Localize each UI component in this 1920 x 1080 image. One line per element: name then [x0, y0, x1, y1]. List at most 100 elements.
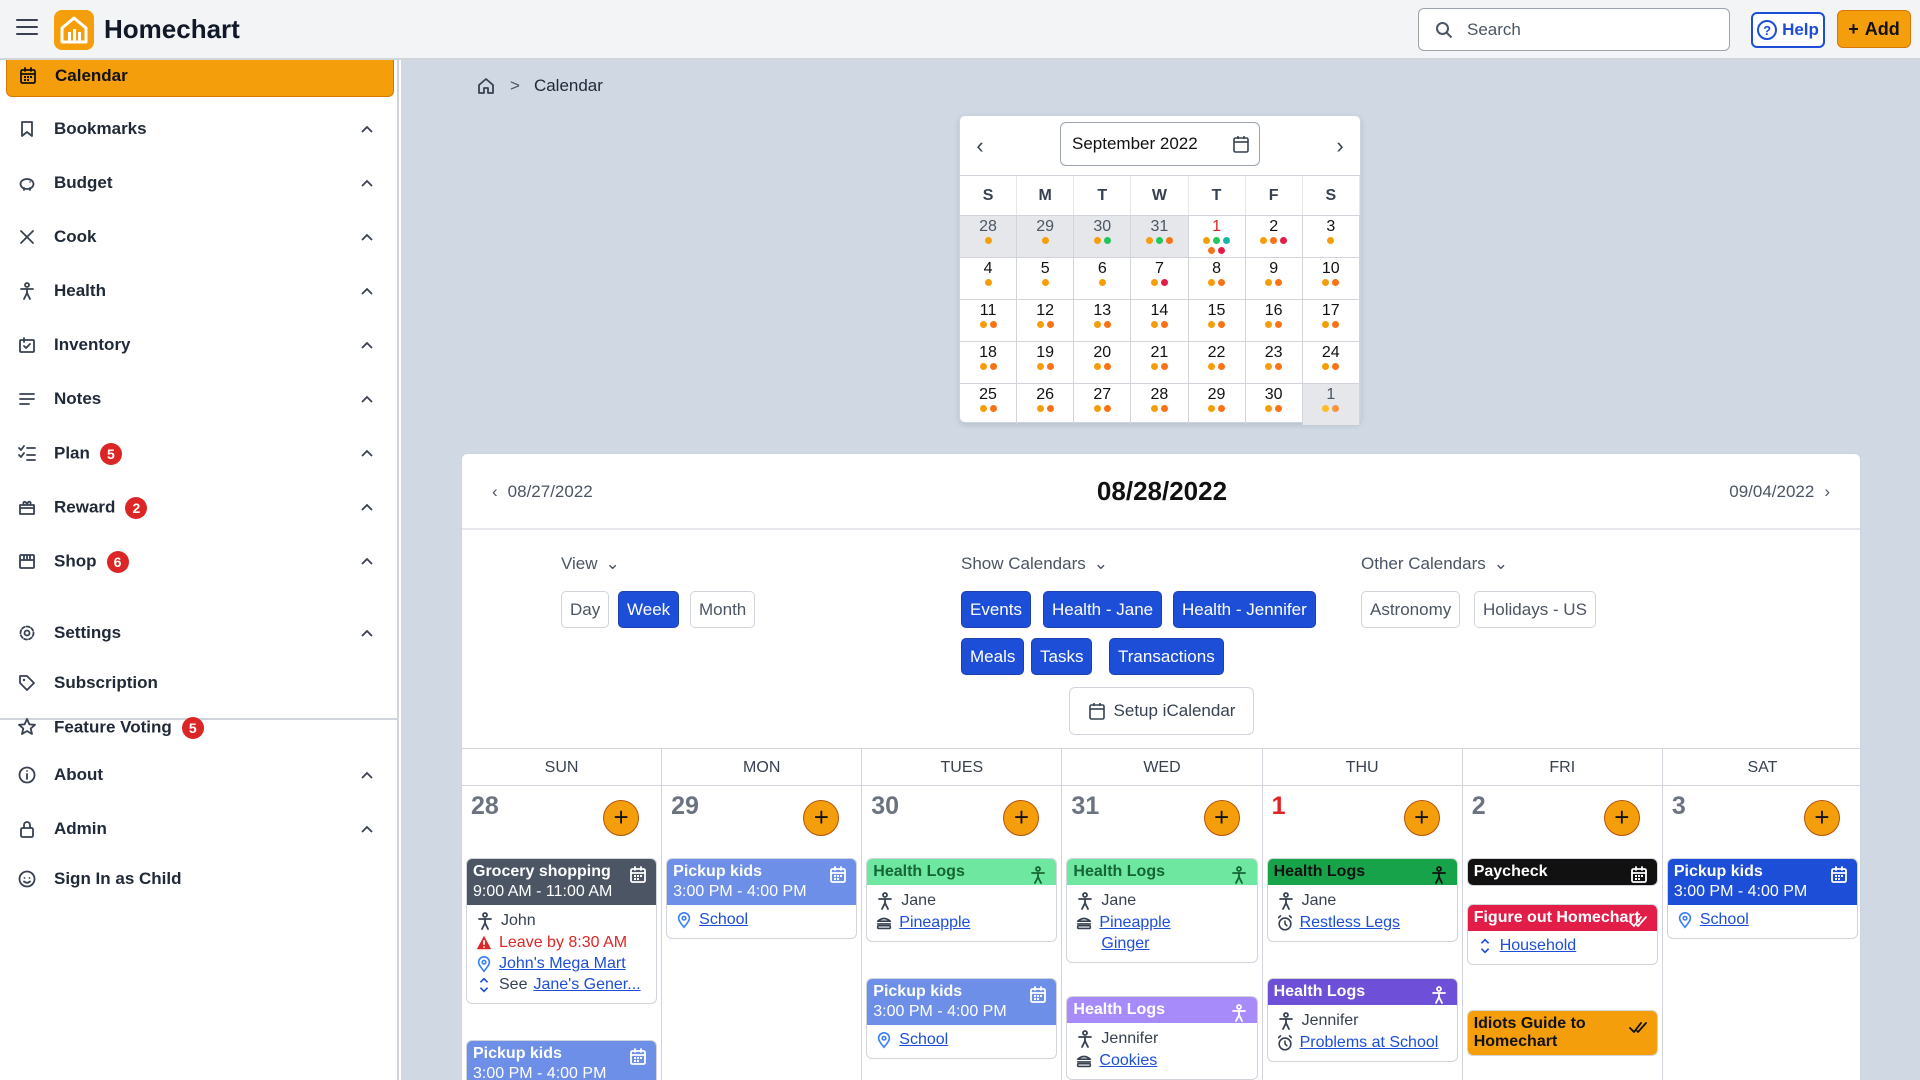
mini-day-cell[interactable]: 20	[1074, 342, 1132, 383]
mini-day-cell[interactable]: 11	[960, 300, 1018, 341]
next-week-link[interactable]: 09/04/2022 ›	[1729, 482, 1830, 502]
view-option-week[interactable]: Week	[618, 591, 680, 628]
sidebar-item-plan[interactable]: Plan 5	[6, 431, 394, 475]
chevron-up-icon[interactable]	[357, 443, 377, 463]
event-detail-link[interactable]: School	[699, 911, 748, 929]
calendar-event[interactable]: Idiots Guide to Homechart	[1466, 1010, 1658, 1056]
event-detail-link[interactable]: Cookies	[1099, 1052, 1157, 1070]
setup-icalendar-button[interactable]: Setup iCalendar	[1069, 687, 1254, 735]
mini-day-cell[interactable]: 28	[960, 216, 1018, 257]
calendar-toggle-health-jennifer[interactable]: Health - Jennifer	[1173, 591, 1316, 628]
mini-day-cell[interactable]: 31	[1131, 216, 1189, 257]
mini-day-cell[interactable]: 8	[1189, 258, 1246, 299]
mini-day-cell[interactable]: 9	[1246, 258, 1303, 299]
chevron-up-icon[interactable]	[357, 819, 377, 839]
calendar-event[interactable]: Paycheck	[1466, 858, 1658, 886]
mini-day-cell[interactable]: 18	[960, 342, 1018, 383]
view-option-month[interactable]: Month	[690, 591, 756, 628]
sidebar-item-budget[interactable]: Budget	[6, 161, 394, 205]
mini-day-cell[interactable]: 23	[1246, 342, 1303, 383]
mini-day-cell[interactable]: 19	[1017, 342, 1075, 383]
mini-day-cell[interactable]: 14	[1131, 300, 1189, 341]
mini-day-cell[interactable]: 21	[1131, 342, 1189, 383]
sidebar-item-sign-in-as-child[interactable]: Sign In as Child	[6, 857, 394, 901]
other-calendars-dropdown[interactable]: Other Calendars ⌄	[1361, 554, 1508, 574]
mini-prev-month-icon[interactable]: ‹	[968, 133, 992, 158]
add-event-button[interactable]: +	[603, 800, 640, 836]
calendar-event[interactable]: Health Logs Jennifer Cookies	[1066, 996, 1258, 1080]
mini-day-cell[interactable]: 29	[1189, 384, 1246, 425]
sidebar-item-reward[interactable]: Reward 2	[6, 485, 394, 529]
mini-day-cell[interactable]: 5	[1017, 258, 1075, 299]
day-number[interactable]: 30	[871, 792, 899, 821]
calendar-event[interactable]: Health Logs Jane Restless Legs	[1266, 858, 1458, 942]
event-detail-link[interactable]: Jane's Gener...	[533, 976, 640, 994]
mini-day-cell[interactable]: 17	[1303, 300, 1360, 341]
calendar-event[interactable]: Health Logs Jennifer Problems at School	[1266, 978, 1458, 1062]
day-number[interactable]: 3	[1672, 792, 1686, 821]
help-button[interactable]: ? Help	[1751, 12, 1825, 48]
show-calendars-dropdown[interactable]: Show Calendars ⌄	[961, 554, 1108, 574]
mini-day-cell[interactable]: 29	[1017, 216, 1075, 257]
day-number[interactable]: 28	[471, 792, 499, 821]
mini-day-cell[interactable]: 3	[1303, 216, 1360, 257]
event-detail-link[interactable]: School	[899, 1031, 948, 1049]
sidebar-item-health[interactable]: Health	[6, 269, 394, 313]
mini-day-cell[interactable]: 16	[1246, 300, 1303, 341]
calendar-event[interactable]: Health Logs Jane Pineapple	[866, 858, 1058, 942]
chevron-up-icon[interactable]	[357, 497, 377, 517]
mini-day-cell[interactable]: 27	[1074, 384, 1132, 425]
calendar-toggle-astronomy[interactable]: Astronomy	[1361, 591, 1461, 628]
mini-day-cell[interactable]: 30	[1246, 384, 1303, 425]
sidebar-item-cook[interactable]: Cook	[6, 215, 394, 259]
calendar-event[interactable]: Pickup kids 3:00 PM - 4:00 PM School	[1666, 858, 1858, 939]
mini-day-cell[interactable]: 1	[1189, 216, 1246, 257]
sidebar-item-about[interactable]: About	[6, 753, 394, 797]
sidebar-item-feature-voting[interactable]: Feature Voting 5	[6, 705, 394, 749]
calendar-toggle-transactions[interactable]: Transactions	[1109, 638, 1224, 675]
search-input[interactable]	[1467, 17, 1717, 43]
homechart-logo-icon[interactable]	[54, 10, 94, 50]
mini-day-cell[interactable]: 24	[1303, 342, 1360, 383]
mini-day-cell[interactable]: 15	[1189, 300, 1246, 341]
calendar-event[interactable]: Pickup kids 3:00 PM - 4:00 PM	[466, 1040, 658, 1080]
event-detail-link[interactable]: Problems at School	[1300, 1034, 1439, 1052]
event-detail-link[interactable]: School	[1700, 911, 1749, 929]
day-number[interactable]: 31	[1071, 792, 1099, 821]
day-number[interactable]: 2	[1472, 792, 1486, 821]
mini-day-cell[interactable]: 25	[960, 384, 1018, 425]
chevron-up-icon[interactable]	[357, 765, 377, 785]
month-picker[interactable]: September 2022	[1060, 122, 1260, 166]
event-detail-link[interactable]: Ginger	[1101, 935, 1149, 953]
mini-day-cell[interactable]: 22	[1189, 342, 1246, 383]
event-detail-link[interactable]: Pineapple	[899, 914, 970, 932]
calendar-event[interactable]: Grocery shopping 9:00 AM - 11:00 AM John…	[466, 858, 658, 1004]
event-detail-link[interactable]: Restless Legs	[1300, 914, 1401, 932]
add-event-button[interactable]: +	[1003, 800, 1040, 836]
sidebar-item-admin[interactable]: Admin	[6, 807, 394, 851]
sidebar-item-notes[interactable]: Notes	[6, 377, 394, 421]
add-event-button[interactable]: +	[1603, 800, 1640, 836]
chevron-up-icon[interactable]	[357, 173, 377, 193]
chevron-up-icon[interactable]	[357, 623, 377, 643]
view-option-day[interactable]: Day	[561, 591, 610, 628]
chevron-up-icon[interactable]	[357, 281, 377, 301]
add-event-button[interactable]: +	[1403, 800, 1440, 836]
event-detail-link[interactable]: Pineapple	[1099, 914, 1170, 932]
add-event-button[interactable]: +	[803, 800, 840, 836]
add-event-button[interactable]: +	[1203, 800, 1240, 836]
app-title[interactable]: Homechart	[104, 14, 240, 45]
event-detail-link[interactable]: John's Mega Mart	[499, 955, 626, 973]
calendar-toggle-meals[interactable]: Meals	[961, 638, 1025, 675]
sidebar-item-inventory[interactable]: Inventory	[6, 323, 394, 367]
sidebar-item-bookmarks[interactable]: Bookmarks	[6, 107, 394, 151]
calendar-event[interactable]: Pickup kids 3:00 PM - 4:00 PM School	[866, 978, 1058, 1059]
day-number[interactable]: 1	[1272, 792, 1286, 821]
event-detail-link[interactable]: Household	[1500, 937, 1577, 955]
mini-next-month-icon[interactable]: ›	[1328, 133, 1352, 158]
search-box[interactable]	[1418, 8, 1730, 51]
hamburger-menu-icon[interactable]	[16, 19, 38, 37]
mini-day-cell[interactable]: 13	[1074, 300, 1132, 341]
day-number[interactable]: 29	[671, 792, 699, 821]
calendar-toggle-health-jane[interactable]: Health - Jane	[1043, 591, 1163, 628]
